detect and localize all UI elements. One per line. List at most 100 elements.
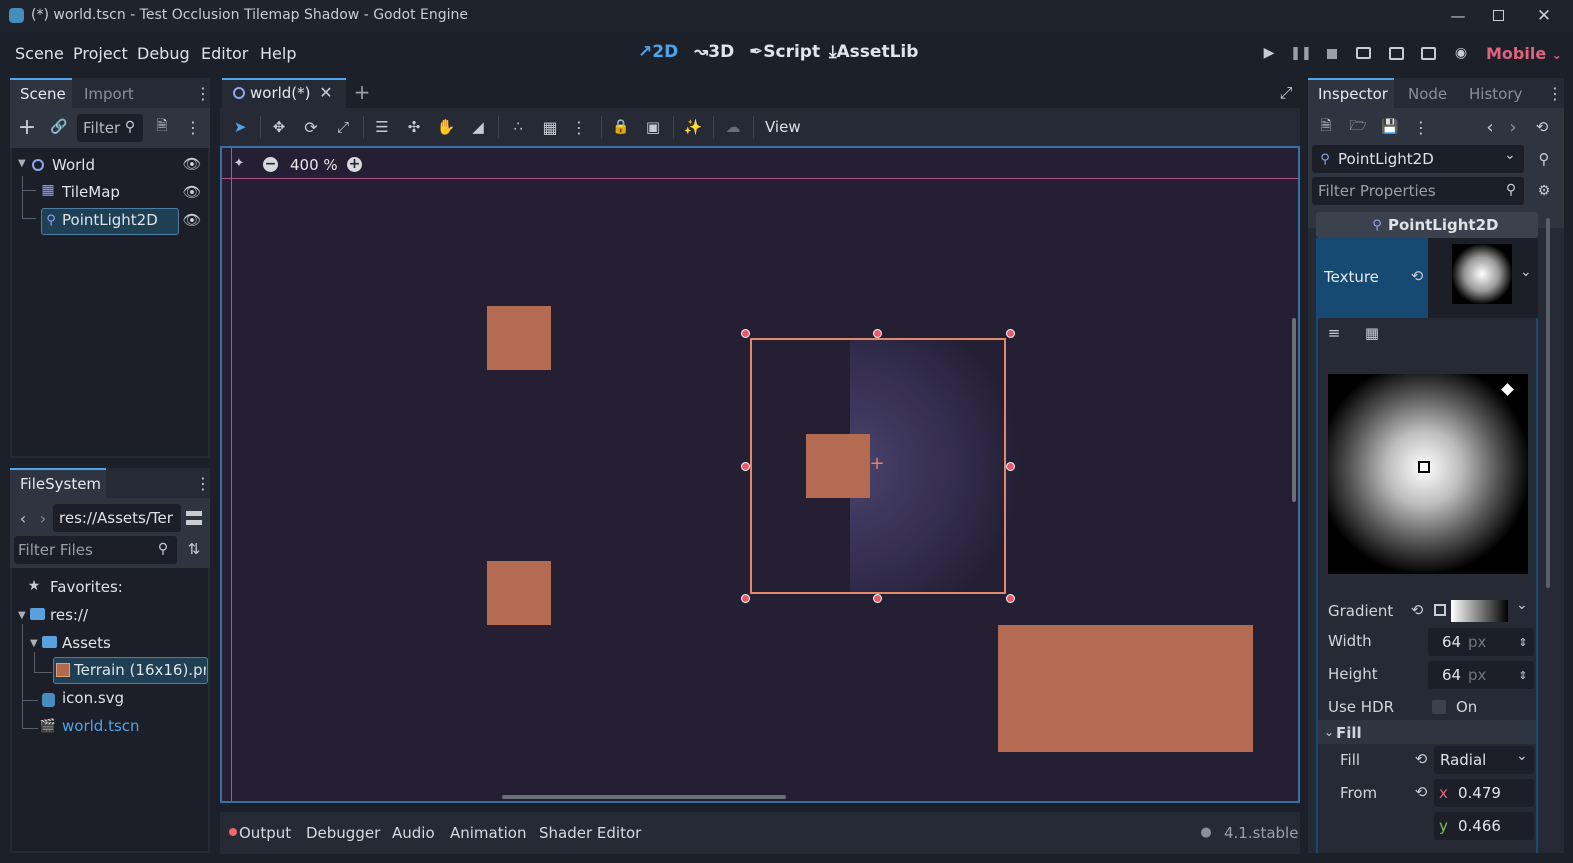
vertical-scrollbar[interactable]	[1292, 318, 1296, 502]
bottom-tab-animation[interactable]: Animation	[450, 824, 526, 842]
visibility-eye-icon[interactable]: 👁	[182, 155, 202, 173]
scale-tool-icon[interactable]: ⤢	[333, 116, 353, 138]
file-terrain[interactable]: Terrain (16x16).png	[74, 661, 206, 679]
snap-options-icon[interactable]: ⋮	[571, 116, 587, 138]
height-spinbox[interactable]: 64 px ⇕	[1428, 661, 1534, 689]
resize-handle[interactable]	[741, 594, 750, 603]
pause-icon[interactable]: ❚❚	[1290, 43, 1312, 63]
folder-res[interactable]: res://	[50, 606, 88, 624]
object-history-icon[interactable]: ⟲	[1532, 116, 1552, 138]
chevron-down-icon[interactable]: ▼	[18, 158, 26, 169]
property-tools-icon[interactable]: ⚙	[1534, 180, 1554, 202]
occluder-icon[interactable]: ☁	[723, 116, 743, 138]
revert-icon[interactable]: ⟲	[1412, 749, 1430, 769]
pan-tool-icon[interactable]: ✋	[436, 116, 456, 138]
tab-import[interactable]: Import	[84, 85, 134, 103]
new-tab-icon[interactable]: +	[352, 80, 372, 104]
play-icon[interactable]: ▶	[1259, 43, 1279, 63]
horizontal-scrollbar[interactable]	[502, 795, 786, 799]
node-select[interactable]: ⚲ PointLight2D ⌄	[1312, 145, 1524, 173]
workspace-2d[interactable]: ↗2D	[638, 42, 678, 62]
movie-maker-icon[interactable]: ◉	[1451, 43, 1471, 63]
lock-icon[interactable]: 🔒	[611, 116, 631, 138]
scene-filter-input[interactable]: Filter ⚲	[77, 114, 143, 142]
menu-editor[interactable]: Editor	[201, 44, 248, 63]
forward-icon[interactable]: ›	[36, 508, 50, 528]
link-icon[interactable]: 🔗	[49, 117, 69, 137]
center-view-icon[interactable]: ✦	[230, 154, 248, 172]
tree-node-pointlight2d[interactable]: PointLight2D	[62, 211, 158, 229]
close-window-icon[interactable]: ✕	[1532, 4, 1556, 28]
tab-node[interactable]: Node	[1408, 85, 1447, 103]
rotate-tool-icon[interactable]: ⟳	[301, 116, 321, 138]
revert-icon[interactable]: ⟲	[1412, 782, 1430, 802]
bottom-tab-output[interactable]: Output	[239, 824, 291, 842]
select-tool-icon[interactable]: ➤	[230, 116, 250, 138]
zoom-out-icon[interactable]: −	[263, 157, 278, 172]
gradient-from-handle[interactable]	[1418, 461, 1430, 473]
stop-icon[interactable]	[1327, 49, 1337, 59]
chevron-down-icon[interactable]: ⌄	[1520, 264, 1532, 280]
smart-snap-icon[interactable]: ∴	[508, 116, 528, 138]
maximize-icon[interactable]	[1493, 10, 1504, 21]
revert-icon[interactable]: ⟲	[1408, 600, 1426, 620]
zoom-level[interactable]: 400 %	[290, 156, 338, 174]
distraction-free-icon[interactable]: ⤢	[1276, 82, 1296, 104]
snap-toggle-icon[interactable]: ≡	[1324, 322, 1344, 344]
gradient-preview[interactable]	[1451, 600, 1508, 622]
resize-handle[interactable]	[1006, 462, 1015, 471]
from-x-field[interactable]: x 0.479	[1434, 779, 1534, 807]
split-mode-icon[interactable]	[186, 511, 202, 525]
width-spinbox[interactable]: 64 px ⇕	[1428, 628, 1534, 656]
menu-project[interactable]: Project	[73, 44, 128, 63]
kebab-menu-icon[interactable]: ⋮	[195, 83, 211, 103]
save-icon[interactable]: 💾	[1380, 116, 1400, 138]
chevron-down-icon[interactable]: ▼	[30, 638, 38, 649]
visibility-eye-icon[interactable]: 👁	[182, 183, 202, 201]
fill-select[interactable]: Radial ⌄	[1434, 746, 1534, 774]
help-search-icon[interactable]: ⚲	[1534, 148, 1554, 170]
resize-handle[interactable]	[1006, 594, 1015, 603]
minimize-icon[interactable]: —	[1446, 4, 1470, 28]
grid-icon[interactable]: ▦	[1362, 322, 1382, 344]
scene-options-icon[interactable]: ⋮	[185, 116, 201, 138]
list-select-icon[interactable]: ☰	[372, 116, 392, 138]
close-tab-icon[interactable]: ✕	[316, 82, 336, 102]
renderer-select[interactable]: Mobile ⌄	[1486, 44, 1562, 63]
visibility-eye-icon[interactable]: 👁	[182, 211, 202, 229]
options-icon[interactable]: ⋮	[1413, 116, 1429, 138]
new-resource-icon[interactable]: 🗎	[1316, 116, 1336, 138]
resize-handle[interactable]	[873, 594, 882, 603]
open-folder-icon[interactable]: 🗁	[1348, 116, 1368, 138]
resize-handle[interactable]	[1006, 329, 1015, 338]
bone-icon[interactable]: ✨	[683, 116, 703, 138]
workspace-assetlib[interactable]: ⤓AssetLib	[829, 42, 918, 62]
gradient-2d-preview[interactable]	[1328, 374, 1528, 574]
revert-icon[interactable]: ⟲	[1408, 266, 1426, 286]
workspace-3d[interactable]: ↝3D	[694, 42, 734, 62]
play-custom-scene-icon[interactable]	[1421, 47, 1436, 60]
stepper-icon[interactable]: ⇕	[1516, 630, 1530, 654]
pivot-tool-icon[interactable]: ✣	[404, 116, 424, 138]
play-scene-icon[interactable]	[1389, 47, 1404, 60]
ruler-tool-icon[interactable]: ◢	[468, 116, 488, 138]
inspector-scrollbar[interactable]	[1546, 218, 1550, 588]
view-menu[interactable]: View	[765, 118, 801, 136]
sort-icon[interactable]: ⇅	[184, 538, 204, 560]
remote-debug-icon[interactable]	[1356, 47, 1371, 59]
filter-properties-input[interactable]: Filter Properties ⚲	[1312, 177, 1524, 205]
file-icon-svg[interactable]: icon.svg	[62, 689, 124, 707]
kebab-menu-icon[interactable]: ⋮	[195, 473, 211, 493]
tab-history[interactable]: History	[1469, 85, 1522, 103]
resize-handle[interactable]	[873, 329, 882, 338]
back-icon[interactable]: ‹	[16, 508, 30, 528]
chevron-down-icon[interactable]: ⌄	[1516, 597, 1528, 613]
bottom-tab-shader-editor[interactable]: Shader Editor	[539, 824, 641, 842]
resize-handle[interactable]	[741, 329, 750, 338]
light-position-cross-icon[interactable]: +	[869, 455, 885, 473]
menu-help[interactable]: Help	[260, 44, 296, 63]
chevron-down-icon[interactable]: ▼	[18, 610, 26, 621]
stepper-icon[interactable]: ⇕	[1516, 663, 1530, 687]
attach-script-icon[interactable]: 🗎	[152, 117, 172, 137]
bottom-tab-audio[interactable]: Audio	[392, 824, 435, 842]
